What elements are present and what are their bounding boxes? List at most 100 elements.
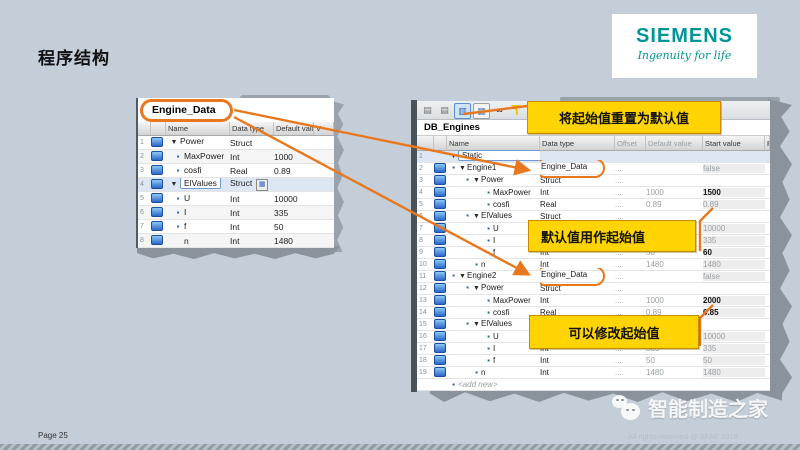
table-row[interactable]: 19 ▪n Int ... 1480 1480: [417, 367, 770, 379]
data-type[interactable]: Int: [540, 188, 549, 197]
expander-icon[interactable]: ▪: [484, 356, 493, 365]
expander-icon[interactable]: ▼: [449, 151, 458, 160]
default-value[interactable]: 50: [274, 222, 314, 232]
data-type[interactable]: Int: [540, 356, 549, 365]
column-header-name[interactable]: Name: [447, 136, 540, 150]
table-row[interactable]: 13 ▪MaxPower Int ... 1000 2000: [417, 295, 770, 307]
table-row[interactable]: 4 ▪MaxPower Int ... 1000 1500: [417, 187, 770, 199]
expander-icon[interactable]: [172, 236, 184, 246]
datatype-picker-button[interactable]: [256, 179, 268, 191]
reset-start-values-icon[interactable]: ▥: [454, 103, 471, 119]
expander-icon[interactable]: ▪▼: [463, 175, 481, 184]
expander-icon[interactable]: ▼: [168, 178, 180, 188]
variable-name[interactable]: n: [481, 368, 485, 377]
default-value[interactable]: 1480: [646, 260, 703, 269]
expander-icon[interactable]: ▼: [168, 136, 180, 146]
expander-icon[interactable]: ▪▼: [463, 283, 481, 292]
column-header-visible[interactable]: V: [314, 122, 334, 135]
table-row[interactable]: 5 ▪U Int 10000: [138, 192, 334, 206]
variable-name[interactable]: Power: [180, 136, 204, 146]
default-value[interactable]: 1000: [646, 296, 703, 305]
variable-name[interactable]: Power: [481, 283, 504, 292]
variable-name[interactable]: U: [493, 224, 499, 233]
variable-name[interactable]: U: [493, 332, 499, 341]
variable-name[interactable]: f: [493, 248, 495, 257]
expander-icon[interactable]: ▪: [484, 308, 493, 317]
column-header-start[interactable]: Start value: [703, 136, 765, 150]
column-header-default[interactable]: Default value: [646, 136, 703, 150]
expander-icon[interactable]: ▪▼: [463, 211, 481, 220]
default-value[interactable]: 0.89: [646, 200, 703, 209]
variable-name[interactable]: n: [481, 260, 485, 269]
variable-name[interactable]: MaxPower: [184, 151, 224, 161]
expander-icon[interactable]: ▪: [484, 188, 493, 197]
variable-name[interactable]: cosfi: [493, 308, 509, 317]
variable-name[interactable]: Engine2: [467, 271, 496, 280]
variable-name[interactable]: Power: [481, 175, 504, 184]
data-type[interactable]: Int: [540, 368, 549, 377]
expander-icon[interactable]: ▪▼: [463, 319, 481, 328]
table-row[interactable]: 18 ▪f Int ... 50 50: [417, 355, 770, 367]
variable-name[interactable]: <add new>: [458, 380, 498, 389]
table-row[interactable]: 6 ▪I Int 335: [138, 206, 334, 220]
data-type[interactable]: Real: [230, 166, 247, 176]
variable-name[interactable]: Static: [458, 150, 540, 161]
variable-name[interactable]: Engine1: [467, 163, 496, 172]
data-type[interactable]: Struct: [230, 178, 252, 188]
table-row[interactable]: 7 ▪f Int 50: [138, 220, 334, 234]
column-header-datatype[interactable]: Data type: [540, 136, 615, 150]
variable-name[interactable]: cosfi: [493, 200, 509, 209]
variable-name[interactable]: ElValues: [180, 178, 221, 189]
default-value[interactable]: 1000: [274, 152, 314, 162]
expander-icon[interactable]: ▪: [484, 224, 493, 233]
variable-name[interactable]: cosfi: [184, 165, 201, 175]
load-values-icon[interactable]: ▦: [473, 103, 490, 119]
data-type[interactable]: Int: [230, 222, 239, 232]
variable-name[interactable]: MaxPower: [493, 188, 531, 197]
expander-icon[interactable]: ▪▼: [449, 271, 467, 280]
expander-icon[interactable]: ▪: [484, 296, 493, 305]
expander-icon[interactable]: ▪: [449, 380, 458, 389]
expander-icon[interactable]: ▪: [172, 207, 184, 217]
expander-icon[interactable]: ▪: [484, 344, 493, 353]
column-header-retain[interactable]: R: [765, 136, 770, 150]
column-header-name[interactable]: Name: [166, 122, 230, 135]
expander-icon[interactable]: ▪▼: [449, 163, 467, 172]
snapshot-icon[interactable]: ∞: [492, 103, 507, 117]
data-type[interactable]: Int: [230, 208, 239, 218]
variable-name[interactable]: I: [493, 236, 495, 245]
data-type[interactable]: Int: [230, 152, 239, 162]
data-type[interactable]: Engine_Data: [540, 268, 605, 286]
variable-name[interactable]: U: [184, 193, 190, 203]
filter-icon[interactable]: [509, 103, 524, 117]
column-header-default[interactable]: Default value: [274, 122, 314, 135]
data-type[interactable]: Int: [230, 236, 239, 246]
data-type[interactable]: Engine_Data: [540, 160, 605, 178]
expander-icon[interactable]: ▪: [172, 193, 184, 203]
variable-name[interactable]: I: [493, 344, 495, 353]
table-row[interactable]: 4 ▼ElValues Struct: [138, 178, 334, 192]
expander-icon[interactable]: ▪: [172, 151, 184, 161]
default-value[interactable]: 0.89: [274, 166, 314, 176]
expander-icon[interactable]: ▪: [172, 221, 184, 231]
default-value[interactable]: 335: [274, 208, 314, 218]
table-row[interactable]: 3 ▪cosfi Real 0.89: [138, 164, 334, 178]
default-value[interactable]: 1000: [646, 188, 703, 197]
default-value[interactable]: 1480: [646, 368, 703, 377]
insert-row-icon[interactable]: ▤: [420, 103, 435, 117]
expander-icon[interactable]: ▪: [484, 200, 493, 209]
data-type[interactable]: Int: [230, 194, 239, 204]
variable-name[interactable]: MaxPower: [493, 296, 531, 305]
variable-name[interactable]: ElValues: [481, 211, 512, 220]
default-value[interactable]: 50: [646, 356, 703, 365]
variable-name[interactable]: I: [184, 207, 186, 217]
variable-name[interactable]: f: [184, 221, 186, 231]
table-row[interactable]: 8 n Int 1480: [138, 234, 334, 248]
expander-icon[interactable]: ▪: [484, 332, 493, 341]
expander-icon[interactable]: ▪: [463, 260, 481, 269]
default-value[interactable]: 10000: [274, 194, 314, 204]
variable-name[interactable]: f: [493, 356, 495, 365]
expander-icon[interactable]: ▪: [484, 248, 493, 257]
variable-name[interactable]: n: [184, 236, 189, 246]
column-header-offset[interactable]: Offset: [615, 136, 646, 150]
